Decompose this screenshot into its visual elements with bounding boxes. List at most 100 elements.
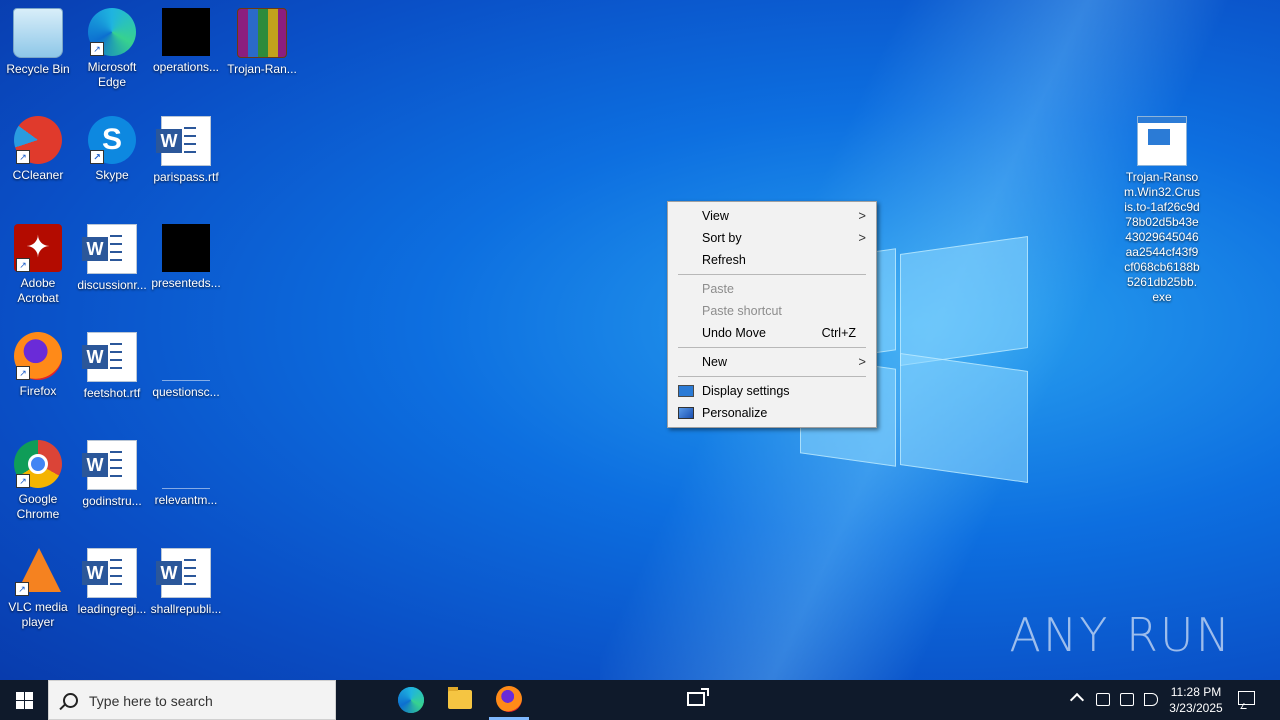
menu-item-label: Undo Move bbox=[702, 326, 766, 340]
file-explorer-icon bbox=[448, 687, 472, 709]
desktop-icon-label: godinstru... bbox=[82, 494, 142, 508]
desktop-icon-label: Adobe Acrobat bbox=[17, 276, 59, 305]
monitor-icon[interactable] bbox=[1120, 693, 1134, 706]
desktop-icon-presenteds[interactable]: presenteds... bbox=[148, 224, 224, 291]
desktop-icon-label: Trojan-Ransom.Win32.Crusis.to-1af26c9d78… bbox=[1124, 170, 1201, 304]
desktop-icon-label: parispass.rtf bbox=[153, 170, 219, 184]
desktop-icon-label: shallrepubli... bbox=[150, 602, 222, 616]
desktop-icon-label: Recycle Bin bbox=[6, 62, 70, 76]
desktop-icon-relevantm[interactable]: relevantm... bbox=[148, 440, 224, 508]
display-settings-icon bbox=[678, 385, 694, 397]
desktop-icon-label: leadingregi... bbox=[77, 602, 147, 616]
desktop-icon-label: relevantm... bbox=[154, 493, 218, 507]
menu-item-label: Refresh bbox=[702, 253, 746, 267]
word-document-icon: W bbox=[156, 116, 211, 166]
firefox-icon: ↗ bbox=[14, 332, 62, 380]
black-file-icon bbox=[162, 8, 210, 56]
desktop-icon-leadingregi[interactable]: W leadingregi... bbox=[74, 548, 150, 617]
show-hidden-icons-chevron[interactable] bbox=[1069, 692, 1085, 708]
chrome-icon: ↗ bbox=[14, 440, 62, 488]
desktop-icon-label: questionsc... bbox=[152, 385, 220, 399]
winrar-archive-icon bbox=[237, 8, 287, 58]
shortcut-arrow-icon: ↗ bbox=[16, 474, 30, 488]
desktop-icon-firefox[interactable]: ↗ Firefox bbox=[0, 332, 76, 399]
taskbar-clock[interactable]: 11:28 PM 3/23/2025 bbox=[1160, 684, 1232, 716]
firefox-icon bbox=[496, 686, 522, 712]
desktop-context-menu: View > Sort by > Refresh Paste Paste sho… bbox=[667, 201, 877, 428]
task-view-button[interactable] bbox=[336, 680, 709, 720]
clock-date: 3/23/2025 bbox=[1169, 701, 1223, 715]
personalize-icon bbox=[678, 407, 694, 419]
desktop-icon-label: Firefox bbox=[19, 384, 57, 398]
desktop-icon-discussionr[interactable]: W discussionr... bbox=[74, 224, 150, 293]
submenu-arrow-icon: > bbox=[858, 230, 866, 245]
volume-icon[interactable] bbox=[1144, 693, 1158, 706]
clock-time: 11:28 PM bbox=[1170, 685, 1222, 699]
desktop-icon-skype[interactable]: S ↗ Skype bbox=[74, 116, 150, 183]
network-icon[interactable] bbox=[1096, 693, 1110, 706]
menu-item-label: Paste shortcut bbox=[702, 304, 782, 318]
menu-item-paste-shortcut[interactable]: Paste shortcut bbox=[668, 300, 876, 322]
menu-item-shortcut: Ctrl+Z bbox=[821, 326, 856, 340]
menu-item-label: Personalize bbox=[702, 406, 768, 420]
menu-item-refresh[interactable]: Refresh bbox=[668, 249, 876, 271]
notification-center-icon[interactable] bbox=[1238, 691, 1255, 705]
desktop-icon-shallrepubli[interactable]: W shallrepubli... bbox=[148, 548, 224, 617]
word-document-icon: W bbox=[82, 332, 137, 382]
menu-item-personalize[interactable]: Personalize bbox=[668, 402, 876, 424]
shortcut-arrow-icon: ↗ bbox=[15, 582, 29, 596]
desktop-icon-microsoft-edge[interactable]: ↗ Microsoft Edge bbox=[74, 8, 150, 90]
desktop-icon-label: Skype bbox=[95, 168, 129, 182]
menu-item-display-settings[interactable]: Display settings bbox=[668, 380, 876, 402]
menu-item-label: Sort by bbox=[702, 231, 742, 245]
wallpaper-windows-logo-pane bbox=[900, 353, 1028, 483]
taskbar-search-box[interactable]: Type here to search bbox=[48, 680, 336, 720]
word-document-icon: W bbox=[82, 224, 137, 274]
menu-item-label: New bbox=[702, 355, 728, 369]
executable-icon bbox=[1137, 116, 1187, 166]
menu-item-label: Paste bbox=[702, 282, 734, 296]
shortcut-arrow-icon: ↗ bbox=[16, 258, 30, 272]
ccleaner-icon: ↗ bbox=[14, 116, 62, 164]
menu-item-paste[interactable]: Paste bbox=[668, 278, 876, 300]
desktop-icon-google-chrome[interactable]: ↗ Google Chrome bbox=[0, 440, 76, 522]
menu-separator bbox=[678, 274, 866, 275]
menu-separator bbox=[678, 347, 866, 348]
shortcut-arrow-icon: ↗ bbox=[16, 150, 30, 164]
menu-item-sort-by[interactable]: Sort by > bbox=[668, 227, 876, 249]
desktop-icon-label: operations... bbox=[152, 60, 220, 74]
desktop-icon-label: CCleaner bbox=[12, 168, 64, 182]
desktop-icon-parispass[interactable]: W parispass.rtf bbox=[148, 116, 224, 185]
desktop-icon-trojan-rar[interactable]: Trojan-Ran... bbox=[224, 8, 300, 77]
desktop-icon-label: Google Chrome bbox=[16, 492, 60, 521]
desktop-icon-godinstru[interactable]: W godinstru... bbox=[74, 440, 150, 509]
desktop-icon-trojan-exe[interactable]: Trojan-Ransom.Win32.Crusis.to-1af26c9d78… bbox=[1124, 116, 1200, 305]
submenu-arrow-icon: > bbox=[858, 208, 866, 223]
shortcut-arrow-icon: ↗ bbox=[90, 42, 104, 56]
blank-file-icon bbox=[162, 440, 210, 489]
menu-item-new[interactable]: New > bbox=[668, 351, 876, 373]
wallpaper-windows-logo-pane bbox=[900, 236, 1028, 366]
desktop-icon-label: VLC media player bbox=[8, 600, 68, 629]
word-document-icon: W bbox=[82, 440, 137, 490]
desktop-icon-operations[interactable]: operations... bbox=[148, 8, 224, 75]
black-file-icon bbox=[162, 224, 210, 272]
windows-logo-icon bbox=[16, 692, 33, 709]
edge-icon bbox=[398, 687, 424, 713]
menu-item-undo-move[interactable]: Undo Move Ctrl+Z bbox=[668, 322, 876, 344]
menu-item-view[interactable]: View > bbox=[668, 205, 876, 227]
blank-file-icon bbox=[162, 332, 210, 381]
desktop-icon-adobe-acrobat[interactable]: ✦ ↗ Adobe Acrobat bbox=[0, 224, 76, 306]
taskbar: Type here to search 11:28 PM 3/23/2025 bbox=[0, 680, 1280, 720]
desktop-icon-ccleaner[interactable]: ↗ CCleaner bbox=[0, 116, 76, 183]
desktop-icon-questionsc[interactable]: questionsc... bbox=[148, 332, 224, 400]
start-button[interactable] bbox=[0, 680, 48, 720]
menu-separator bbox=[678, 376, 866, 377]
desktop-icon-label: feetshot.rtf bbox=[83, 386, 141, 400]
shortcut-arrow-icon: ↗ bbox=[16, 366, 30, 380]
desktop-icon-vlc[interactable]: ↗ VLC media player bbox=[0, 548, 76, 630]
desktop-icon-label: presenteds... bbox=[151, 276, 221, 290]
desktop-icon-feetshot[interactable]: W feetshot.rtf bbox=[74, 332, 150, 401]
anyrun-watermark: ANY RUN bbox=[1009, 608, 1232, 662]
desktop-icon-recycle-bin[interactable]: Recycle Bin bbox=[0, 8, 76, 77]
